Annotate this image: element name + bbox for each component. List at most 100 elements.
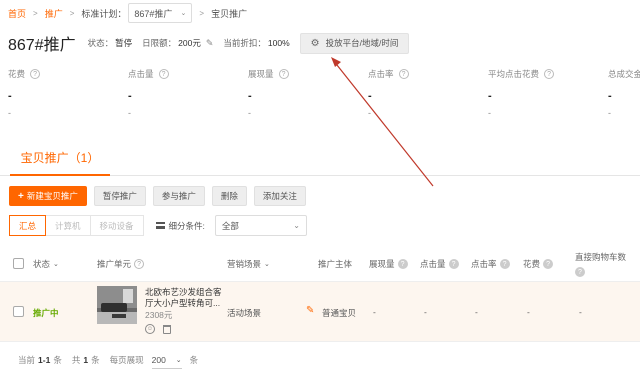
tab-item-promotion[interactable]: 宝贝推广（1） [10, 146, 110, 176]
help-icon[interactable]: ? [544, 69, 555, 79]
metric-cost: 花费? - - [8, 68, 128, 118]
col-clicks[interactable]: 点击量? [420, 258, 459, 270]
metric-value: - [368, 90, 372, 102]
thumb-table [112, 314, 126, 318]
help-icon[interactable]: ? [575, 267, 585, 277]
col-ctr-label: 点击率 [471, 259, 497, 269]
row-cost: - [527, 307, 530, 317]
add-follow-button[interactable]: 添加关注 [253, 186, 306, 206]
row-scene: 活动场景 [227, 308, 262, 318]
row-tools: ☺ [145, 324, 171, 334]
status-value: 暂停 [115, 38, 133, 48]
breadcrumb-promotion[interactable]: 推广 [45, 7, 63, 20]
tab-computer[interactable]: 计算机 [45, 215, 91, 236]
breadcrumb: 首页 > 推广 > 标准计划： 867#推广 ⌄ > 宝贝推广 [0, 0, 640, 26]
metric-total-sales: 总成交金 - - [608, 68, 640, 118]
discount-label: 当前折扣： [223, 38, 266, 48]
checkbox-box [13, 306, 24, 317]
metric-ctr: 点击率? - - [368, 68, 488, 118]
col-impressions[interactable]: 展现量? [369, 258, 408, 270]
chevron-down-icon: ⌄ [264, 261, 270, 268]
status-meta: 状态： 暂停 [88, 37, 133, 49]
plan-select-value: 867#推广 [134, 8, 173, 19]
metric-label: 点击率 [368, 69, 394, 79]
metric-label: 展现量 [248, 69, 274, 79]
discount-meta: 当前折扣： 100% [223, 37, 289, 49]
edit-subject-icon[interactable]: ✎ [306, 305, 314, 316]
product-thumbnail[interactable] [97, 286, 137, 324]
col-cart-label: 直接购物车数 [575, 252, 627, 262]
col-ctr[interactable]: 点击率? [471, 258, 510, 270]
chevron-down-icon: ⌄ [180, 10, 187, 17]
col-impressions-label: 展现量 [369, 259, 395, 269]
metric-sub: - [608, 108, 611, 118]
help-icon[interactable]: ? [30, 69, 41, 79]
metric-clicks: 点击量? - - [128, 68, 248, 118]
metric-label: 总成交金 [608, 69, 640, 79]
help-icon[interactable]: ? [448, 259, 459, 269]
list-icon [155, 222, 165, 229]
breadcrumb-home[interactable]: 首页 [8, 7, 26, 20]
table-header: 状态 ⌄ 推广单元? 营销场景 ⌄ 推广主体 展现量? 点击量? 点击率? 花费? … [0, 244, 640, 282]
page-title: 867#推广 [8, 37, 76, 54]
row-ctr: - [475, 307, 478, 317]
col-status[interactable]: 状态 ⌄ [33, 258, 59, 270]
budget-label: 日限额： [142, 38, 177, 48]
col-subject-label: 推广主体 [318, 259, 353, 269]
action-toolbar: + 新建宝贝推广 暂停推广 参与推广 删除 添加关注 [9, 186, 306, 206]
chevron-down-icon: ⌄ [293, 221, 300, 230]
col-status-label: 状态 [33, 259, 51, 269]
status-label: 状态： [87, 38, 114, 48]
help-icon[interactable]: ? [543, 259, 554, 269]
help-icon[interactable]: ? [278, 69, 289, 79]
metric-label: 花费 [8, 69, 26, 79]
help-icon[interactable]: ? [134, 259, 145, 269]
pager-current-prefix: 当前 [18, 355, 36, 365]
chevron-right-icon: > [199, 8, 205, 18]
new-promotion-button[interactable]: + 新建宝贝推广 [9, 186, 87, 206]
col-cost[interactable]: 花费? [523, 258, 554, 270]
product-title-line2[interactable]: 厅大小户型转角可... [145, 297, 220, 309]
pause-button[interactable]: 暂停推广 [93, 186, 146, 206]
trash-icon[interactable] [163, 324, 171, 334]
metric-avg-cpc: 平均点击花费? - - [488, 68, 608, 118]
promotion-table: 状态 ⌄ 推广单元? 营销场景 ⌄ 推广主体 展现量? 点击量? 点击率? 花费? … [0, 244, 640, 342]
row-subject: 普通宝贝 [322, 308, 357, 318]
filter-select[interactable]: 全部 ⌄ [214, 215, 307, 236]
pagination: 当前 1-1 条 共 1 条 每页展现 200 ⌄ 条 [18, 350, 198, 370]
budget-value: 200元 [178, 38, 201, 48]
thumb-sofa [101, 303, 127, 312]
platform-settings-button[interactable]: ⚙ 投放平台/地域/时间 [299, 32, 410, 54]
pager-total-suffix: 条 [91, 355, 100, 365]
metrics-panel: 花费? - - 点击量? - - 展现量? - - 点击率? - - 平均点击花… [0, 68, 640, 130]
help-icon[interactable]: ? [499, 259, 510, 269]
metric-sub: - [488, 108, 491, 118]
smile-icon[interactable]: ☺ [145, 324, 155, 334]
metric-label: 点击量 [128, 69, 154, 79]
delete-button[interactable]: 删除 [211, 186, 247, 206]
row-checkbox[interactable] [13, 306, 24, 319]
plan-select[interactable]: 867#推广 ⌄ [128, 3, 193, 23]
edit-budget-icon[interactable]: ✎ [206, 38, 214, 49]
join-button[interactable]: 参与推广 [152, 186, 205, 206]
col-scene[interactable]: 营销场景 ⌄ [227, 258, 270, 270]
tab-mobile[interactable]: 移动设备 [89, 215, 144, 236]
help-icon[interactable]: ? [158, 69, 169, 79]
plus-icon: + [18, 190, 24, 202]
metric-value: - [488, 90, 492, 102]
pager-total-prefix: 共 [71, 355, 81, 365]
metric-value: - [248, 90, 252, 102]
view-filter-row: 汇总 计算机 移动设备 细分条件: 全部 ⌄ [9, 215, 307, 236]
help-icon[interactable]: ? [398, 69, 409, 79]
metric-sub: - [8, 108, 11, 118]
page-size-select[interactable]: 200 ⌄ [151, 351, 182, 369]
tab-summary[interactable]: 汇总 [9, 215, 47, 236]
pager-per-page-suffix: 条 [189, 355, 199, 365]
select-all-checkbox[interactable] [13, 258, 24, 269]
help-icon[interactable]: ? [397, 259, 408, 269]
col-cart[interactable]: 直接购物车数? [575, 251, 626, 277]
pager-total: 1 [83, 355, 89, 365]
breadcrumb-current: 宝贝推广 [211, 8, 248, 19]
col-unit-label: 推广单元 [97, 259, 132, 269]
chevron-right-icon: > [69, 8, 75, 18]
